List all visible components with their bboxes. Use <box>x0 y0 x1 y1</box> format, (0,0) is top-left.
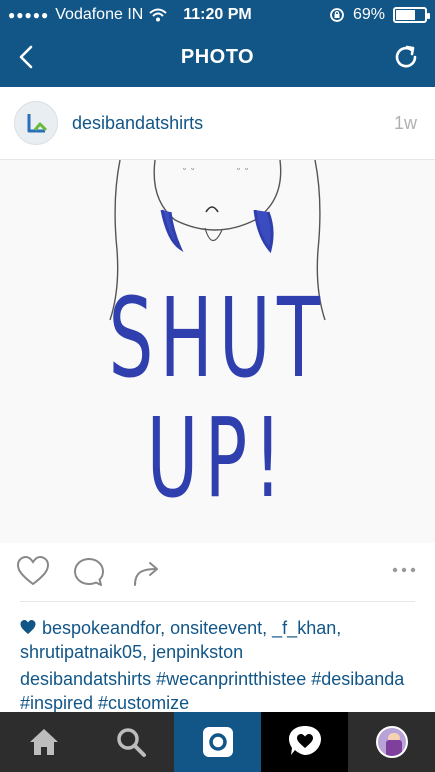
caption-username[interactable]: desibandatshirts <box>20 669 151 689</box>
profile-avatar <box>375 726 408 758</box>
svg-text:˘ ˘: ˘ ˘ <box>236 167 249 179</box>
tab-camera[interactable] <box>174 712 261 772</box>
home-icon <box>29 729 58 755</box>
camera-icon <box>202 727 233 757</box>
activity-icon <box>288 726 321 755</box>
avatar[interactable] <box>14 101 58 145</box>
battery-icon <box>393 7 430 23</box>
refresh-icon[interactable] <box>391 42 421 72</box>
orientation-lock-icon <box>330 8 344 22</box>
tab-profile[interactable] <box>348 712 435 772</box>
search-icon <box>116 728 146 757</box>
post-header: desibandatshirts 1w <box>0 87 435 160</box>
post-photo[interactable]: ˘ ˘ ˘ ˘ SHUT UP! <box>0 160 435 543</box>
battery-percent: 69% <box>352 6 385 23</box>
post-username[interactable]: desibandatshirts <box>72 113 203 134</box>
likes-users[interactable]: bespokeandfor, onsiteevent, _f_khan, shr… <box>20 618 341 662</box>
more-icon[interactable] <box>391 565 417 575</box>
share-icon[interactable] <box>130 555 164 589</box>
photo-text: SHUT UP! <box>108 274 327 522</box>
likes-line: bespokeandfor, onsiteevent, _f_khan, shr… <box>20 616 415 664</box>
tab-search[interactable] <box>87 712 174 772</box>
nav-bar: PHOTO <box>0 30 435 87</box>
divider <box>20 601 415 602</box>
app-header: ●●●●● Vodafone IN 11:20 PM 69% PHOTO <box>0 0 435 87</box>
post-time: 1w <box>393 113 417 133</box>
tab-home[interactable] <box>0 712 87 772</box>
brand-logo-icon <box>27 114 48 133</box>
post-actions <box>0 543 435 601</box>
svg-text:˘ ˘: ˘ ˘ <box>182 167 195 179</box>
status-bar: ●●●●● Vodafone IN 11:20 PM 69% <box>0 0 435 30</box>
tab-bar <box>0 712 435 772</box>
page-title: PHOTO <box>180 46 255 68</box>
tab-activity[interactable] <box>261 712 348 772</box>
heart-icon[interactable] <box>16 555 50 589</box>
post-caption: desibandatshirts #wecanprintthistee #des… <box>20 667 415 715</box>
small-heart-icon <box>20 620 36 634</box>
comment-icon[interactable] <box>72 555 106 589</box>
